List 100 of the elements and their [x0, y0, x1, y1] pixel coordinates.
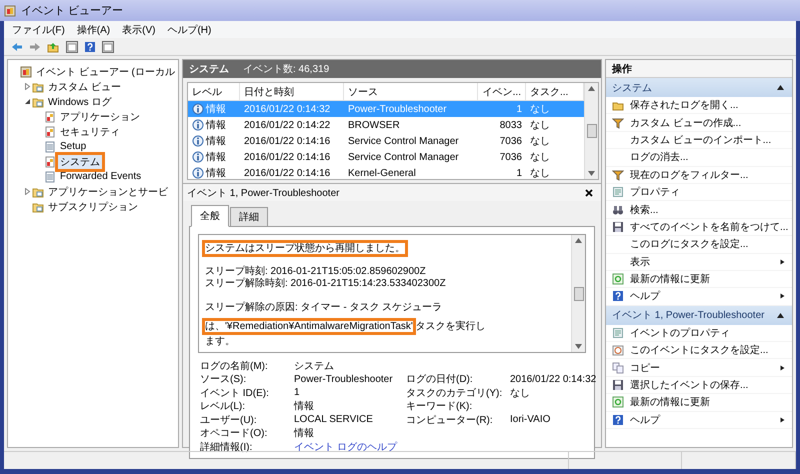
- tree-item[interactable]: アプリケーション: [58, 110, 142, 124]
- action-item[interactable]: 選択したイベントの保存...: [630, 378, 786, 392]
- field-label: ユーザー(U):: [200, 414, 258, 427]
- table-row[interactable]: 情報 2016/01/22 0:14:16 Kernel-General 1 なし: [188, 165, 584, 179]
- help-link[interactable]: イベント ログのヘルプ: [294, 440, 406, 454]
- expanded-arrow-icon[interactable]: [24, 98, 31, 105]
- action-item[interactable]: 検索...: [630, 202, 786, 217]
- table-cell: 2016/01/22 0:14:22: [244, 120, 330, 130]
- table-cell: BROWSER: [348, 120, 400, 130]
- action-row[interactable]: 最新の情報に更新: [606, 394, 792, 412]
- section-header[interactable]: システム: [606, 78, 792, 97]
- field-label: オペコード(O):: [200, 427, 268, 440]
- action-item[interactable]: 現在のログをフィルター...: [630, 168, 786, 182]
- submenu-arrow-icon: [780, 364, 786, 372]
- scroll-up-arrow-icon[interactable]: [575, 238, 582, 243]
- filter-icon: [612, 168, 624, 181]
- action-row[interactable]: カスタム ビューの作成...: [606, 114, 792, 132]
- detail-title: イベント 1, Power-Troubleshooter: [187, 186, 340, 200]
- table-row[interactable]: 情報 2016/01/22 0:14:16 Service Control Manager 7036 なし: [188, 133, 584, 149]
- action-row[interactable]: 最新の情報に更新: [606, 270, 792, 288]
- action-item[interactable]: 最新の情報に更新: [630, 272, 786, 286]
- folder-icon: [32, 80, 44, 92]
- tree-item[interactable]: イベント ビューアー (ローカル: [34, 64, 177, 78]
- tree-item[interactable]: Windows ログ: [46, 94, 114, 108]
- scroll-down-arrow-icon[interactable]: [588, 171, 595, 176]
- menu-item[interactable]: ファイル(F): [12, 22, 65, 36]
- log-icon: [44, 156, 56, 168]
- action-item[interactable]: ヘルプ: [630, 289, 774, 304]
- action-item[interactable]: すべてのイベントを名前をつけて...: [630, 220, 788, 234]
- back-arrow-icon: [10, 40, 24, 52]
- scroll-thumb[interactable]: [586, 124, 596, 138]
- action-item[interactable]: カスタム ビューのインポート...: [630, 132, 786, 147]
- task-icon: [612, 344, 624, 356]
- close-button[interactable]: [585, 188, 593, 196]
- action-row[interactable]: 現在のログをフィルター...: [606, 166, 792, 184]
- scrollbar[interactable]: [584, 83, 598, 179]
- action-row[interactable]: カスタム ビューのインポート...: [606, 132, 792, 150]
- action-row[interactable]: イベントのプロパティ: [606, 324, 792, 342]
- table-cell: 2016/01/22 0:14:16: [244, 136, 330, 146]
- collapse-arrow-icon[interactable]: [777, 312, 784, 318]
- menu-item[interactable]: 表示(V): [122, 22, 156, 36]
- scroll-down-arrow-icon[interactable]: [575, 344, 582, 349]
- column-header[interactable]: レベル: [188, 83, 240, 100]
- column-header[interactable]: ソース: [344, 83, 478, 100]
- column-header[interactable]: 日付と時刻: [240, 83, 344, 100]
- tree-item[interactable]: Forwarded Events: [58, 171, 144, 182]
- table-row[interactable]: 情報 2016/01/22 0:14:22 BROWSER 8033 なし: [188, 117, 584, 133]
- action-item[interactable]: 最新の情報に更新: [630, 395, 786, 410]
- action-row[interactable]: ログの消去...: [606, 149, 792, 167]
- action-item[interactable]: このログにタスクを設定...: [630, 237, 786, 252]
- field-label: ログの名前(M):: [200, 360, 269, 373]
- menu-item[interactable]: 操作(A): [76, 22, 110, 36]
- action-item[interactable]: 表示: [630, 254, 774, 269]
- table-cell-text: 情報: [206, 118, 226, 132]
- action-row[interactable]: すべてのイベントを名前をつけて...: [606, 218, 792, 236]
- action-item[interactable]: ヘルプ: [630, 412, 774, 427]
- tree-item[interactable]: サブスクリプション: [46, 200, 140, 214]
- action-item[interactable]: このイベントにタスクを設定...: [630, 343, 786, 358]
- tree-item[interactable]: Setup: [58, 141, 88, 152]
- action-row[interactable]: このイベントにタスクを設定...: [606, 342, 792, 360]
- menu-item[interactable]: ヘルプ(H): [167, 22, 212, 36]
- field-value: システム: [294, 360, 335, 373]
- action-item[interactable]: コピー: [630, 360, 774, 375]
- action-item[interactable]: プロパティ: [630, 185, 786, 200]
- table-cell: 2016/01/22 0:14:32: [244, 104, 330, 114]
- scrollbar[interactable]: [571, 235, 585, 352]
- table-row[interactable]: 情報 2016/01/22 0:14:16 Service Control Manager 7036 なし: [188, 149, 584, 165]
- tree-item[interactable]: システム: [58, 154, 102, 168]
- action-row[interactable]: このログにタスクを設定...: [606, 236, 792, 254]
- forward-arrow-icon: [28, 40, 42, 52]
- message-text: スリープ解除時刻: 2016-01-21T15:14:23.533402300Z: [205, 278, 446, 289]
- scroll-up-arrow-icon[interactable]: [588, 86, 595, 91]
- tab[interactable]: 詳細: [230, 207, 268, 227]
- action-row[interactable]: 検索...: [606, 201, 792, 219]
- collapsed-arrow-icon[interactable]: [24, 83, 31, 90]
- action-item[interactable]: ログの消去...: [630, 150, 786, 164]
- action-row[interactable]: ヘルプ: [606, 412, 792, 430]
- help-icon: [612, 414, 624, 426]
- action-row[interactable]: コピー: [606, 359, 792, 377]
- field-value: Iori-VAIO: [510, 414, 552, 426]
- field-value: 1: [294, 387, 301, 398]
- tree-item[interactable]: カスタム ビュー: [46, 80, 123, 94]
- collapse-arrow-icon[interactable]: [777, 85, 784, 90]
- action-row[interactable]: 表示: [606, 254, 792, 271]
- action-item[interactable]: カスタム ビューの作成...: [630, 116, 786, 130]
- tree-item[interactable]: セキュリティ: [58, 124, 122, 138]
- action-row[interactable]: 選択したイベントの保存...: [606, 376, 792, 394]
- action-row[interactable]: 保存されたログを開く...: [606, 97, 792, 114]
- collapsed-arrow-icon[interactable]: [24, 188, 31, 195]
- section-header[interactable]: イベント 1, Power-Troubleshooter: [606, 306, 792, 325]
- submenu-arrow-icon: [780, 416, 786, 424]
- field-value: LOCAL SERVICE: [294, 414, 374, 426]
- message-text: スリープ解除の原因: タイマー - タスク スケジューラ: [205, 302, 442, 313]
- column-header[interactable]: イベン...: [478, 83, 526, 100]
- tree-item[interactable]: アプリケーションとサービ: [46, 184, 170, 198]
- action-row[interactable]: プロパティ: [606, 184, 792, 202]
- action-item[interactable]: 保存されたログを開く...: [630, 98, 786, 112]
- action-item[interactable]: イベントのプロパティ: [630, 326, 786, 340]
- tab[interactable]: 全般: [191, 205, 229, 227]
- scroll-thumb[interactable]: [574, 286, 584, 300]
